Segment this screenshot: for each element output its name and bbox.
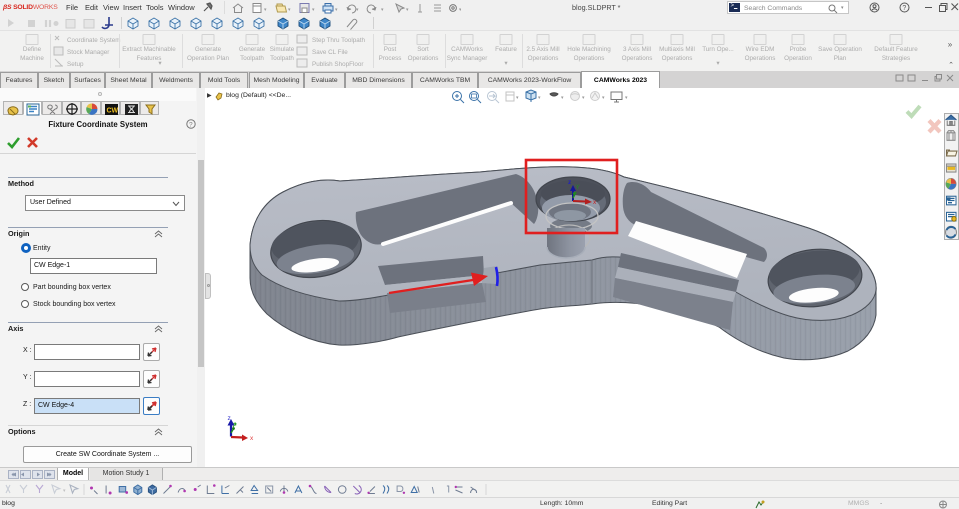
svg-text:x: x (250, 435, 254, 442)
svg-text:▾: ▾ (63, 488, 66, 494)
svg-text:▾: ▾ (288, 7, 291, 13)
svg-text:▾: ▾ (459, 7, 461, 13)
svg-text:▾: ▾ (538, 95, 541, 101)
svg-text:▾: ▾ (602, 95, 605, 101)
svg-text:▾: ▾ (381, 7, 384, 13)
svg-text:▾: ▾ (312, 7, 315, 13)
svg-text:z: z (228, 415, 231, 422)
svg-text:▾: ▾ (264, 7, 267, 13)
svg-text:▾: ▾ (625, 95, 628, 101)
svg-text:CW: CW (107, 108, 119, 115)
svg-text:?: ? (189, 122, 193, 129)
svg-text:?: ? (902, 5, 906, 12)
svg-text:▾: ▾ (582, 95, 585, 101)
svg-text:▾: ▾ (335, 7, 338, 13)
svg-text:▾: ▾ (561, 95, 564, 101)
svg-text:▾: ▾ (406, 7, 409, 13)
svg-text:Y: Y (576, 185, 580, 191)
svg-text:▾: ▾ (516, 95, 519, 101)
svg-text:▾: ▾ (356, 7, 359, 13)
